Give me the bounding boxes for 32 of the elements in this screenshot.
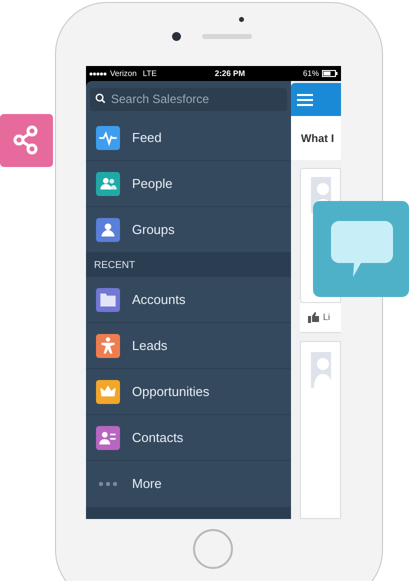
menu-item[interactable]: People [86,161,291,207]
menu-label: Groups [132,220,175,239]
thumbs-up-icon [308,312,320,323]
search-icon [95,93,106,104]
menu-label: Contacts [132,428,184,447]
more-dots-icon [96,481,120,487]
menu-label: Feed [132,128,162,147]
menu-label: Leads [132,336,168,355]
menu-item[interactable]: More [86,461,291,507]
avatar-icon [311,352,331,388]
menu-item[interactable]: Accounts [86,277,291,323]
battery-icon [322,70,338,77]
signal-icon [89,72,107,76]
menu-label: Accounts [132,290,186,309]
speech-bubble-icon [313,201,409,297]
time-text: 2:26 PM [214,68,245,80]
menu-item[interactable]: Feed [86,115,291,161]
like-text[interactable]: Li [323,310,330,324]
menu-icon[interactable] [297,94,313,106]
section-header: RECENT [86,253,291,277]
menu-item[interactable]: Opportunities [86,369,291,415]
menu-item[interactable]: Contacts [86,415,291,461]
feed-heading: What I [301,133,334,145]
battery-text: 61% [302,68,319,80]
carrier-text: Verizon [110,68,137,80]
menu-label: People [132,174,172,193]
menu-label: More [132,475,162,494]
menu-label: Opportunities [132,382,210,401]
earpiece [202,34,252,39]
network-text: LTE [142,68,157,80]
menu-item[interactable]: Leads [86,323,291,369]
search-field[interactable]: Search Salesforce [90,88,287,110]
